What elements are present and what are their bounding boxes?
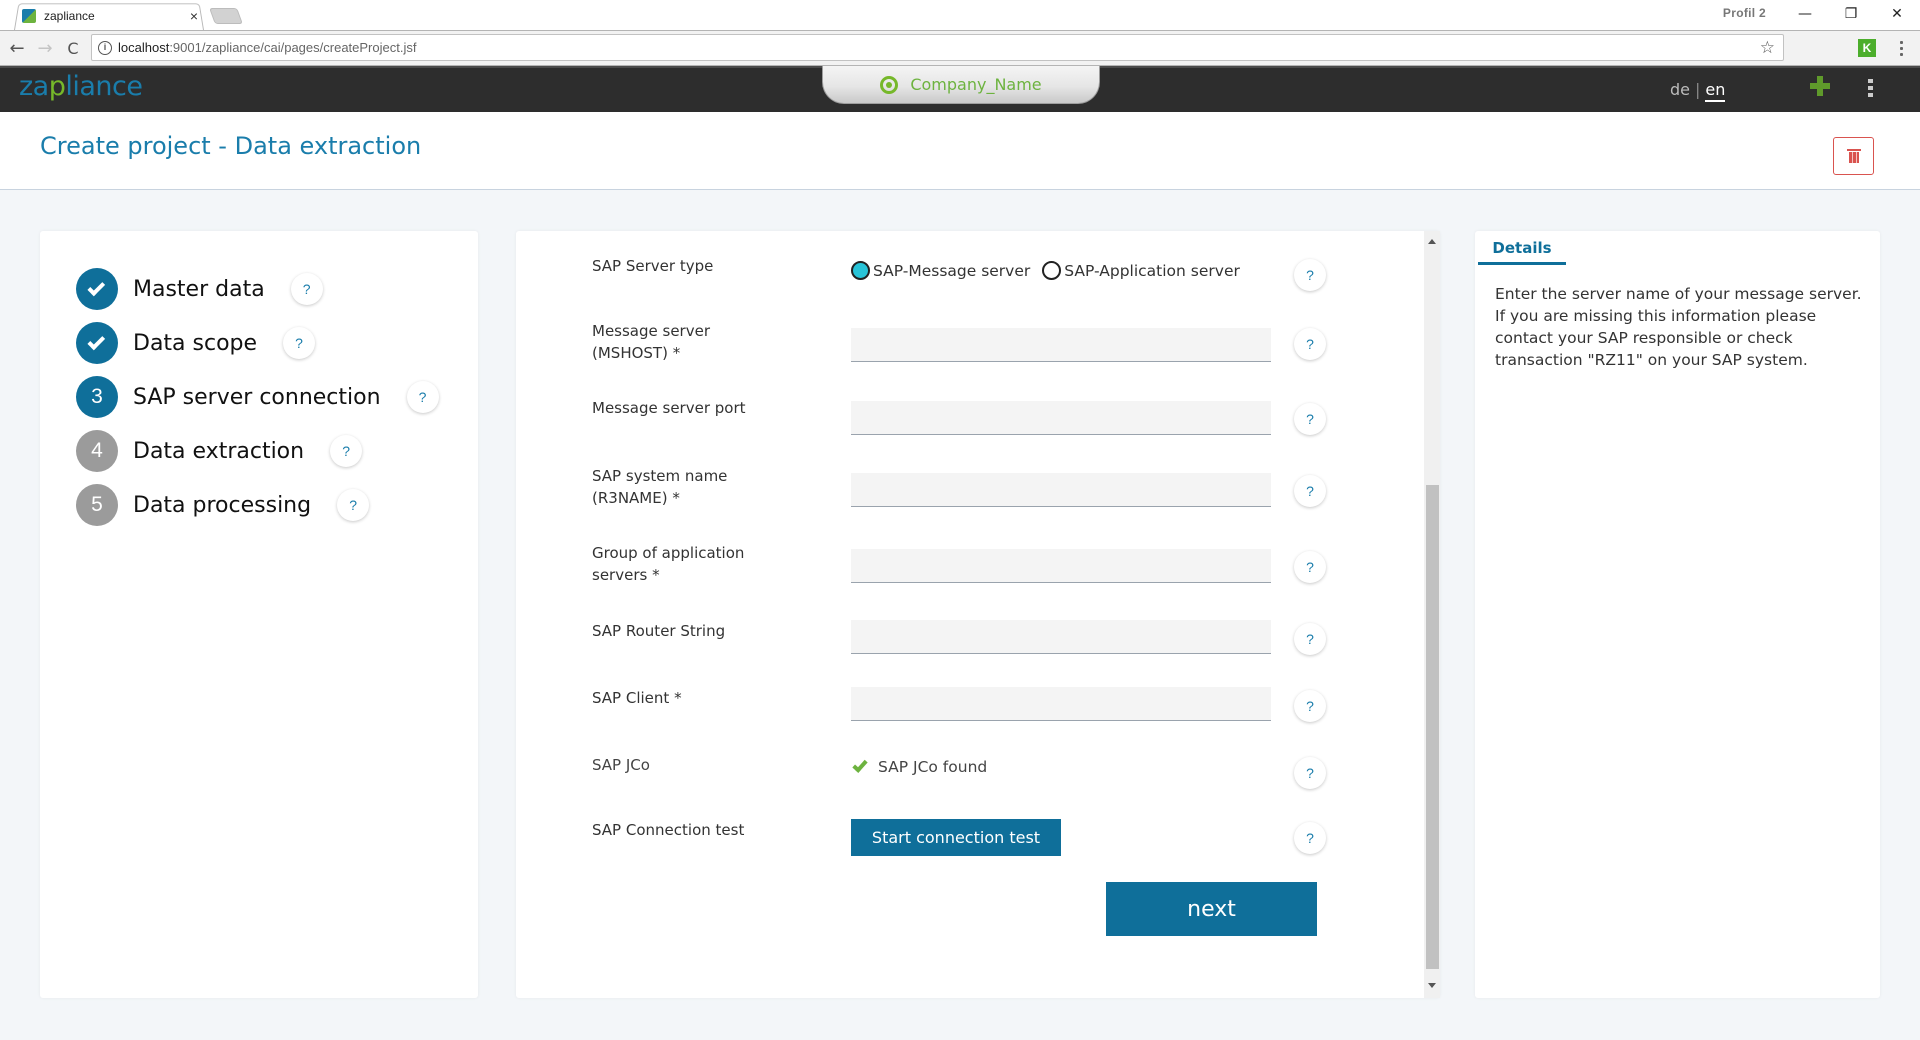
info-icon[interactable]: i [98,40,112,55]
company-name: Company_Name [910,75,1042,94]
maximize-button[interactable]: ❐ [1828,0,1874,28]
step-label: Data extraction [133,438,305,464]
new-tab-button[interactable] [209,8,243,24]
scroll-up-arrow-icon[interactable] [1428,239,1436,244]
profile-label[interactable]: Profil 2 [1723,6,1766,20]
scrollbar-thumb[interactable] [1426,485,1439,969]
help-icon[interactable]: ? [290,273,323,305]
language-en[interactable]: en [1705,80,1726,102]
details-text: Enter the server name of your message se… [1495,285,1862,369]
company-selector[interactable]: Company_Name [822,66,1100,104]
help-icon[interactable]: ? [1294,551,1326,583]
help-icon[interactable]: ? [1294,623,1326,655]
help-icon[interactable]: ? [1294,690,1326,722]
sap-router-string-input[interactable] [851,620,1271,654]
sap-client-input[interactable] [851,687,1271,721]
zapliance-favicon-icon [22,9,36,23]
field-label: Message server (MSHOST) * [592,322,710,362]
browser-tab-content[interactable]: zapliance × [22,6,202,26]
field-label: Message server port [592,399,746,417]
start-connection-test-button[interactable]: Start connection test [851,819,1061,856]
reload-icon[interactable]: C [62,37,84,59]
help-icon[interactable]: ? [1294,822,1326,854]
step-data-scope[interactable]: Data scope ? [76,321,316,365]
field-label: SAP Router String [592,622,726,640]
company-logo-icon [880,75,899,94]
connection-form-panel: SAP Server type SAP-Message server SAP-A… [516,231,1440,998]
field-label: SAP JCo [592,756,650,774]
step-number: 4 [76,430,118,472]
message-server-input[interactable] [851,328,1271,362]
step-sap-server-connection[interactable]: 3 SAP server connection ? [76,375,439,419]
help-icon[interactable]: ? [1294,757,1326,789]
jco-status: SAP JCo found [852,757,987,776]
extension-icon[interactable]: K [1858,39,1876,57]
browser-menu-icon[interactable] [1896,37,1906,59]
step-label: Master data [133,276,265,302]
browser-toolbar: ← → C i localhost:9001/zapliance/cai/pag… [0,30,1920,66]
field-label: SAP Connection test [592,821,745,839]
tab-details[interactable]: Details [1478,237,1566,265]
trash-icon [1846,149,1861,163]
help-icon[interactable]: ? [330,435,363,467]
address-bar[interactable]: i localhost:9001/zapliance/cai/pages/cre… [91,34,1784,61]
sap-system-name-input[interactable] [851,473,1271,507]
step-done-check-icon [76,322,118,364]
field-label: SAP Client * [592,689,682,707]
server-type-radio-group: SAP-Message server SAP-Application serve… [851,261,1252,280]
add-plus-icon[interactable] [1810,76,1830,96]
step-data-processing[interactable]: 5 Data processing ? [76,483,370,527]
field-label: Group of application servers * [592,544,745,584]
minimize-button[interactable]: — [1782,0,1828,28]
application-server-group-input[interactable] [851,549,1271,583]
step-data-extraction[interactable]: 4 Data extraction ? [76,429,363,473]
page-header: Create project - Data extraction [0,112,1920,190]
help-icon[interactable]: ? [1294,475,1326,507]
app-header: zapliance Company_Name de | en [0,66,1920,112]
app-menu-icon[interactable] [1868,79,1874,97]
zapliance-logo[interactable]: zapliance [19,71,143,102]
step-label: Data processing [133,492,312,518]
step-number: 3 [76,376,118,418]
help-icon[interactable]: ? [406,381,439,413]
radio-application-server[interactable]: SAP-Application server [1042,261,1240,280]
browser-titlebar: zapliance × Profil 2 — ❐ ✕ [0,0,1920,31]
step-number: 5 [76,484,118,526]
radio-unselected-icon [1042,261,1062,280]
message-server-port-input[interactable] [851,401,1271,435]
forward-arrow-icon[interactable]: → [34,37,56,59]
step-label: SAP server connection [133,384,381,410]
back-arrow-icon[interactable]: ← [6,37,28,59]
next-button[interactable]: next [1106,882,1317,936]
help-icon[interactable]: ? [337,489,370,521]
help-icon[interactable]: ? [1294,328,1326,360]
tab-title: zapliance [44,9,95,23]
bookmark-star-icon[interactable]: ☆ [1760,38,1775,58]
steps-panel: Master data ? Data scope ? 3 SAP server … [40,231,478,998]
tab-close-icon[interactable]: × [186,8,202,24]
success-check-icon [852,757,868,773]
help-icon[interactable]: ? [283,327,316,359]
scroll-down-arrow-icon[interactable] [1428,983,1436,988]
field-label: SAP system name (R3NAME) * [592,467,728,507]
language-de[interactable]: de [1670,80,1690,99]
step-master-data[interactable]: Master data ? [76,267,323,311]
help-icon[interactable]: ? [1294,259,1326,291]
url-path: :9001/zapliance/cai/pages/createProject.… [169,40,417,55]
step-label: Data scope [133,330,258,356]
radio-selected-icon [851,261,870,280]
details-panel: Details Enter the server name of your me… [1475,231,1880,998]
form-scrollbar[interactable] [1424,231,1440,998]
field-label: SAP Server type [592,257,714,275]
close-window-button[interactable]: ✕ [1874,0,1920,28]
delete-project-button[interactable] [1833,137,1874,175]
help-icon[interactable]: ? [1294,403,1326,435]
page-title: Create project - Data extraction [40,132,422,160]
step-done-check-icon [76,268,118,310]
language-switcher: de | en [1670,80,1726,102]
url-host: localhost [118,40,170,55]
radio-message-server[interactable]: SAP-Message server [851,261,1030,280]
